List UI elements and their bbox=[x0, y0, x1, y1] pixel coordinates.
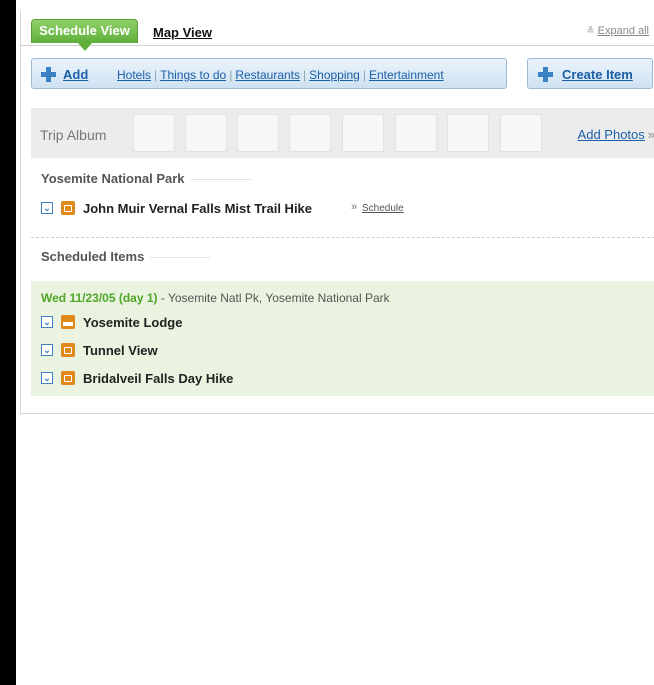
create-item-button[interactable]: Create Item bbox=[527, 58, 653, 89]
photo-slot[interactable] bbox=[447, 114, 489, 152]
park-heading: Yosemite National Park bbox=[41, 171, 185, 186]
day-header: Wed 11/23/05 (day 1) - Yosemite Natl Pk,… bbox=[41, 291, 390, 305]
trip-album: Trip Album Add Photos» bbox=[31, 108, 654, 158]
add-link-entertainment[interactable]: Entertainment bbox=[369, 68, 444, 82]
list-item: ⌄ Tunnel View bbox=[41, 343, 341, 359]
add-category-links: Hotels | Things to do | Restaurants | Shopping… bbox=[117, 68, 444, 82]
scheduled-heading: Scheduled Items bbox=[41, 249, 145, 264]
separator: | bbox=[154, 68, 158, 82]
dashed-divider bbox=[31, 237, 654, 238]
add-photos-link[interactable]: Add Photos bbox=[578, 127, 645, 142]
expand-toggle-icon[interactable]: ⌄ bbox=[41, 372, 53, 384]
double-chevron-down-icon: ≚ bbox=[586, 26, 595, 37]
expand-toggle-icon[interactable]: ⌄ bbox=[41, 202, 53, 214]
day-block: Wed 11/23/05 (day 1) - Yosemite Natl Pk,… bbox=[31, 281, 654, 396]
add-link-hotels[interactable]: Hotels bbox=[117, 68, 151, 82]
item-title[interactable]: John Muir Vernal Falls Mist Trail Hike bbox=[83, 201, 312, 216]
add-button[interactable]: Add bbox=[63, 67, 88, 82]
photo-slot[interactable] bbox=[500, 114, 542, 152]
add-link-shopping[interactable]: Shopping bbox=[309, 68, 360, 82]
camera-icon bbox=[61, 201, 75, 215]
photo-slot[interactable] bbox=[133, 114, 175, 152]
list-item: ⌄ Bridalveil Falls Day Hike bbox=[41, 371, 341, 387]
separator: | bbox=[303, 68, 307, 82]
schedule-link[interactable]: Schedule bbox=[362, 203, 404, 214]
itinerary-content: Schedule View Map View ≚ Expand all Add H… bbox=[20, 11, 654, 414]
item-title[interactable]: Bridalveil Falls Day Hike bbox=[83, 371, 233, 386]
photo-slot[interactable] bbox=[185, 114, 227, 152]
item-title[interactable]: Tunnel View bbox=[83, 343, 158, 358]
divider bbox=[190, 179, 251, 181]
hotel-icon bbox=[61, 315, 75, 329]
expand-toggle-icon[interactable]: ⌄ bbox=[41, 316, 53, 328]
expand-all[interactable]: ≚ Expand all bbox=[586, 25, 649, 37]
camera-icon bbox=[61, 371, 75, 385]
expand-all-link[interactable]: Expand all bbox=[598, 25, 649, 37]
tab-schedule-view[interactable]: Schedule View bbox=[31, 19, 138, 51]
separator: | bbox=[229, 68, 233, 82]
photo-slot[interactable] bbox=[289, 114, 331, 152]
expand-toggle-icon[interactable]: ⌄ bbox=[41, 344, 53, 356]
day-location: - Yosemite Natl Pk, Yosemite National Pa… bbox=[157, 291, 390, 305]
separator: | bbox=[362, 68, 366, 82]
photo-slot[interactable] bbox=[342, 114, 384, 152]
list-item: ⌄ John Muir Vernal Falls Mist Trail Hike… bbox=[41, 201, 481, 217]
camera-icon bbox=[61, 343, 75, 357]
double-arrow-right-icon: » bbox=[648, 127, 654, 142]
double-arrow-right-icon: » bbox=[351, 201, 358, 213]
add-link-things-to-do[interactable]: Things to do bbox=[160, 68, 226, 82]
plus-icon bbox=[41, 67, 56, 82]
plus-icon bbox=[538, 67, 553, 82]
create-item-label: Create Item bbox=[562, 67, 633, 82]
view-tabs: Schedule View Map View ≚ Expand all bbox=[21, 19, 654, 51]
scheduled-section-heading: Scheduled Items bbox=[41, 249, 211, 264]
photo-slot[interactable] bbox=[237, 114, 279, 152]
item-title[interactable]: Yosemite Lodge bbox=[83, 315, 182, 330]
add-photos[interactable]: Add Photos» bbox=[578, 127, 654, 142]
tab-map-view[interactable]: Map View bbox=[153, 25, 212, 40]
divider bbox=[150, 257, 211, 259]
add-link-restaurants[interactable]: Restaurants bbox=[235, 68, 300, 82]
add-bar: Add Hotels | Things to do | Restaurants | Shop… bbox=[31, 58, 507, 89]
photo-slot[interactable] bbox=[395, 114, 437, 152]
trip-album-title: Trip Album bbox=[40, 127, 107, 143]
itinerary-panel: Schedule View Map View ≚ Expand all Add H… bbox=[16, 0, 654, 685]
list-item: ⌄ Yosemite Lodge bbox=[41, 315, 341, 331]
unscheduled-section-heading: Yosemite National Park bbox=[41, 171, 251, 186]
day-date[interactable]: Wed 11/23/05 (day 1) bbox=[41, 291, 158, 305]
